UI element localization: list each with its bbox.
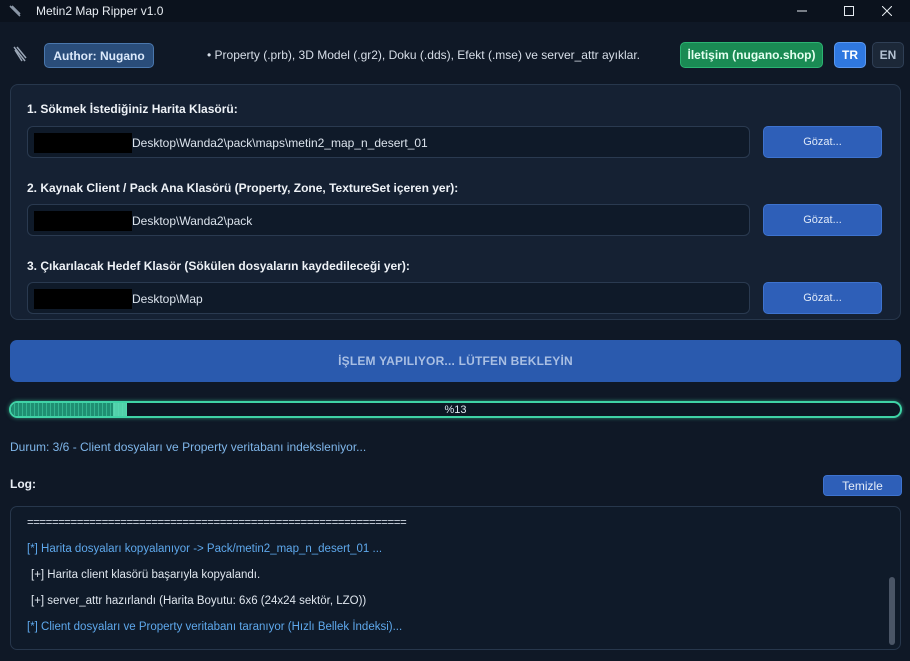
log-line: [+] server_attr hazırlandı (Harita Boyut… [31, 595, 367, 607]
client-folder-label: 2. Kaynak Client / Pack Ana Klasörü (Pro… [27, 181, 459, 195]
status-text: Durum: 3/6 - Client dosyaları ve Propert… [10, 440, 367, 454]
author-badge: Author: Nugano [44, 43, 154, 68]
redacted-path [34, 211, 132, 231]
close-icon [882, 6, 892, 16]
log-line: [*] Client dosyaları ve Property veritab… [27, 621, 403, 633]
progress-percent: %13 [444, 404, 467, 416]
client-folder-input[interactable]: Desktop\Wanda2\pack [27, 204, 750, 236]
map-folder-browse-button[interactable]: Gözat... [763, 126, 882, 158]
target-folder-input[interactable]: Desktop\Map [27, 282, 750, 314]
clear-log-button[interactable]: Temizle [823, 475, 902, 496]
maximize-icon [844, 6, 854, 16]
log-line: [*] Harita dosyaları kopyalanıyor -> Pac… [27, 543, 383, 555]
log-scrollbar[interactable] [889, 577, 895, 645]
contact-button[interactable]: İletişim (nugano.shop) [680, 42, 823, 68]
header-bar: Author: Nugano • Property (.prb), 3D Mod… [0, 40, 910, 70]
feature-info-text: • Property (.prb), 3D Model (.gr2), Doku… [207, 48, 640, 62]
language-en-button[interactable]: EN [872, 42, 904, 68]
progress-bar: %13 [9, 401, 902, 418]
client-folder-path: Desktop\Wanda2\pack [132, 214, 253, 228]
map-folder-label: 1. Sökmek İstediğiniz Harita Klasörü: [27, 102, 238, 116]
redacted-path [34, 289, 132, 309]
title-bar: Metin2 Map Ripper v1.0 [0, 0, 910, 22]
start-process-button[interactable]: İŞLEM YAPILIYOR... LÜTFEN BEKLEYİN [10, 340, 901, 382]
target-folder-browse-button[interactable]: Gözat... [763, 282, 882, 314]
folder-selection-panel: 1. Sökmek İstediğiniz Harita Klasörü: De… [10, 84, 901, 320]
map-folder-input[interactable]: Desktop\Wanda2\pack\maps\metin2_map_n_de… [27, 126, 750, 158]
redacted-path [34, 133, 132, 153]
target-folder-label: 3. Çıkarılacak Hedef Klasör (Sökülen dos… [27, 259, 410, 273]
log-label: Log: [10, 477, 36, 491]
language-tr-button[interactable]: TR [834, 42, 866, 68]
target-folder-path: Desktop\Map [132, 292, 203, 306]
log-line: [+] Harita client klasörü başarıyla kopy… [31, 569, 261, 581]
client-folder-browse-button[interactable]: Gözat... [763, 204, 882, 236]
map-folder-path: Desktop\Wanda2\pack\maps\metin2_map_n_de… [132, 136, 428, 150]
logo-icon [13, 46, 27, 62]
log-line: ========================================… [27, 517, 407, 529]
app-icon [9, 5, 21, 17]
minimize-button[interactable] [779, 0, 825, 22]
close-button[interactable] [864, 0, 910, 22]
log-output[interactable]: ========================================… [10, 506, 901, 650]
minimize-icon [797, 10, 807, 12]
window-title: Metin2 Map Ripper v1.0 [36, 4, 164, 18]
